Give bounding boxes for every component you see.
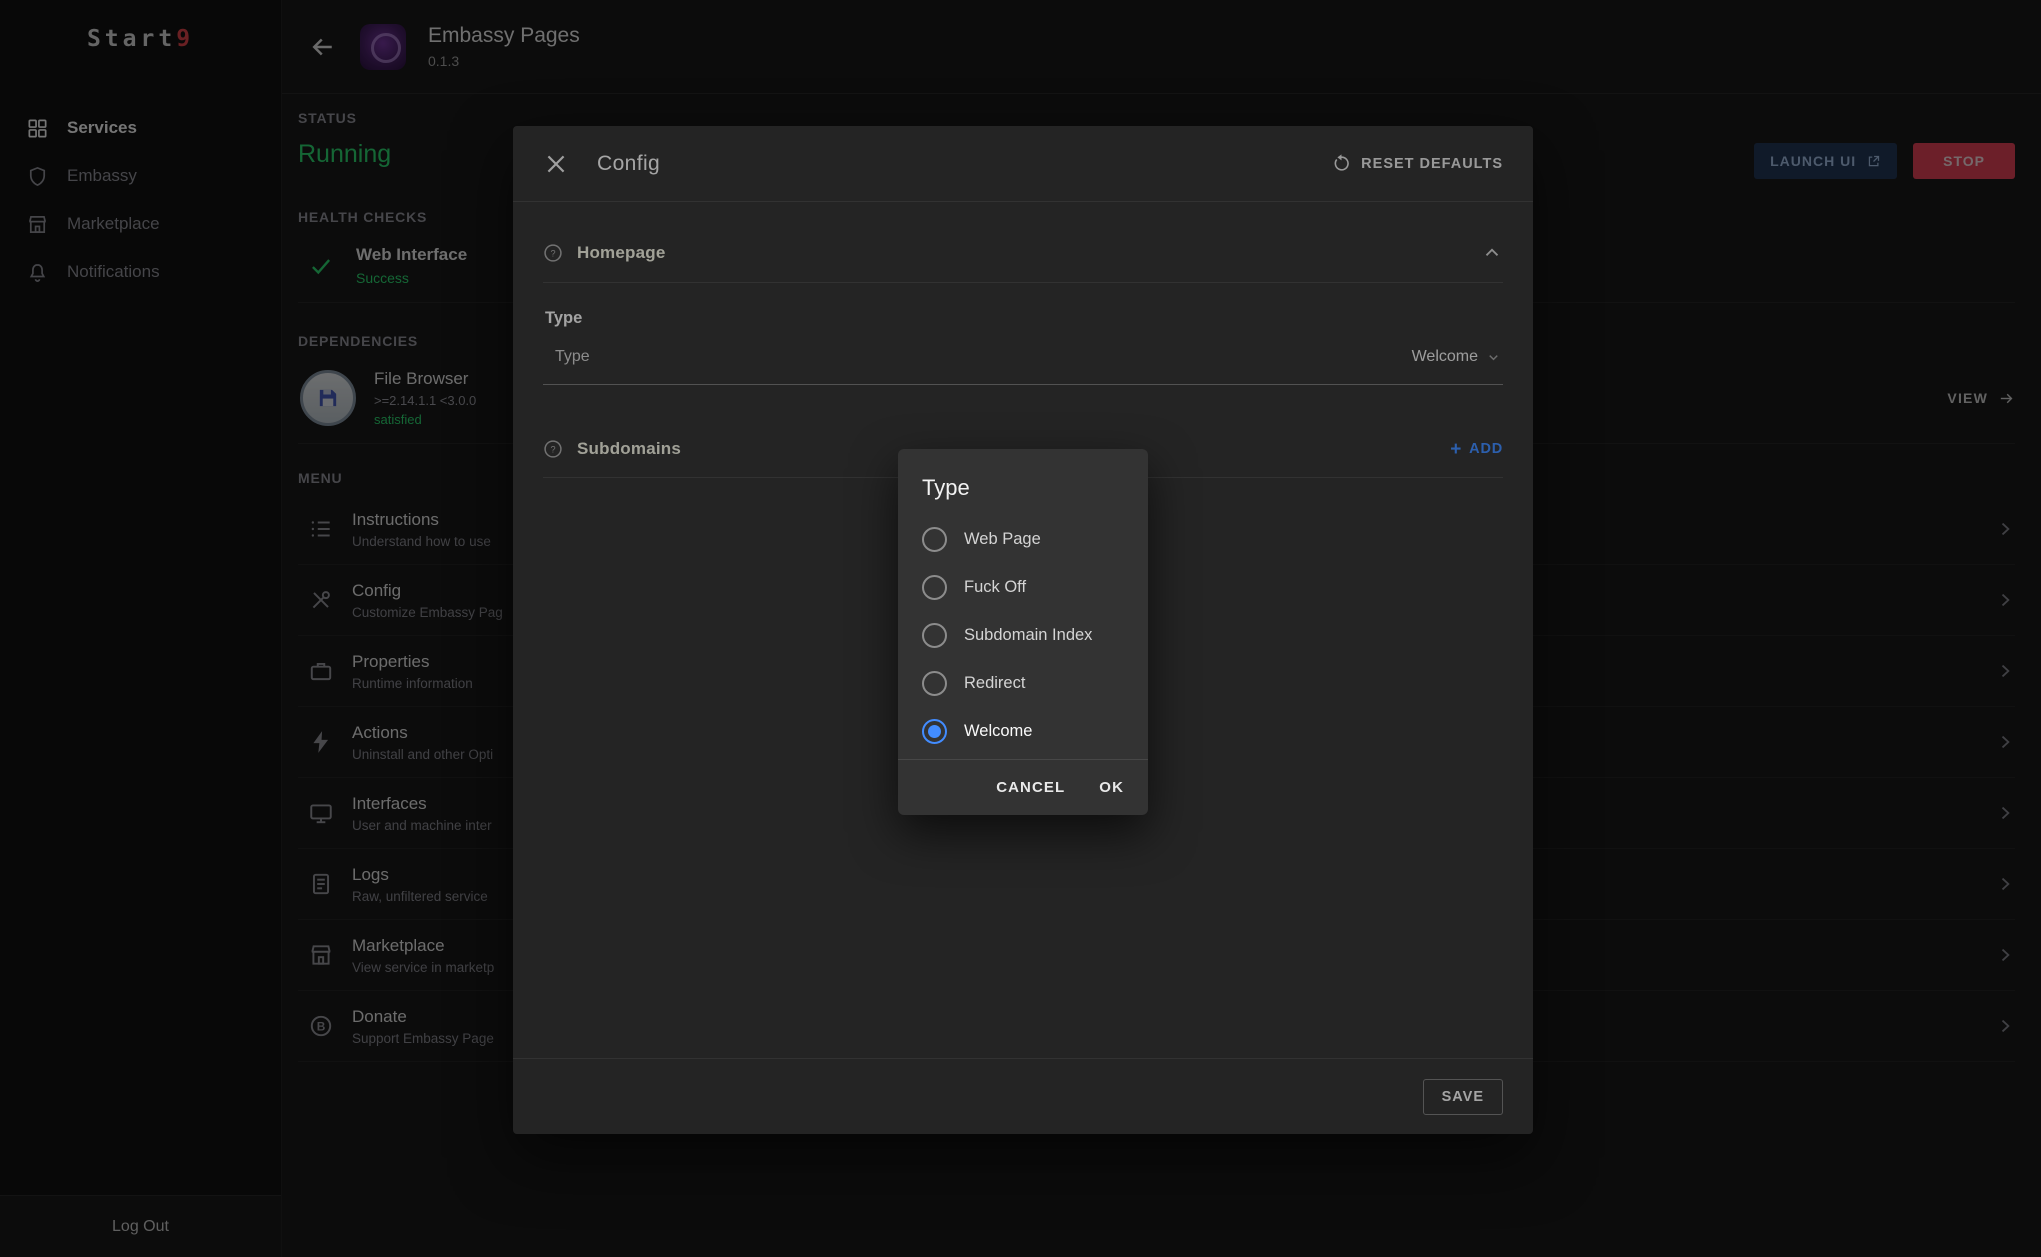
radio-option-subdomain-index[interactable]: Subdomain Index: [898, 611, 1148, 659]
ok-button[interactable]: OK: [1099, 779, 1124, 796]
alert-title: Type: [898, 449, 1148, 515]
radio-icon: [922, 671, 947, 696]
radio-option-web-page[interactable]: Web Page: [898, 515, 1148, 563]
radio-option-welcome[interactable]: Welcome: [898, 707, 1148, 755]
radio-icon: [922, 575, 947, 600]
radio-option-fuck-off[interactable]: Fuck Off: [898, 563, 1148, 611]
radio-icon: [922, 527, 947, 552]
cancel-button[interactable]: CANCEL: [996, 779, 1065, 796]
radio-option-redirect[interactable]: Redirect: [898, 659, 1148, 707]
radio-icon: [922, 623, 947, 648]
type-alert-dialog: Type Web Page Fuck Off Subdomain Index R…: [898, 449, 1148, 815]
radio-selected-icon: [922, 719, 947, 744]
